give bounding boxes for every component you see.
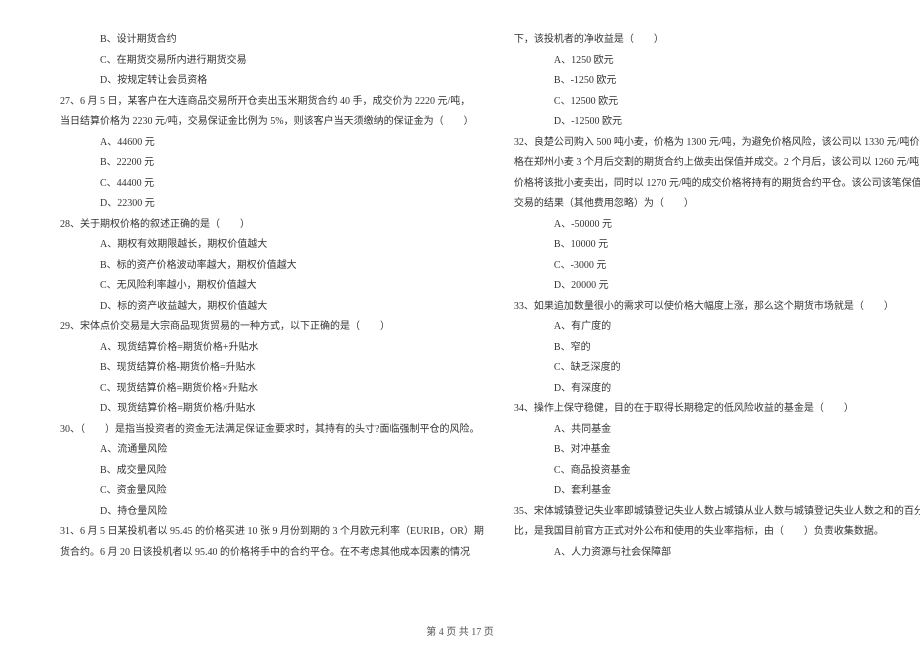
option: D、持仓量风险 [60, 502, 484, 523]
question-32-stem: 价格将该批小麦卖出，同时以 1270 元/吨的成交价格将持有的期货合约平仓。该公… [514, 174, 920, 195]
question-31-stem: 31、6 月 5 日某投机者以 95.45 的价格买进 10 张 9 月份到期的… [60, 522, 484, 543]
question-35-stem: 比，是我国目前官方正式对外公布和使用的失业率指标，由（ ）负责收集数据。 [514, 522, 920, 543]
question-34-stem: 34、操作上保守稳健，目的在于取得长期稳定的低风险收益的基金是（ ） [514, 399, 920, 420]
question-27-stem: 当日结算价格为 2230 元/吨，交易保证金比例为 5%，则该客户当天须缴纳的保… [60, 112, 484, 133]
option: B、设计期货合约 [60, 30, 484, 51]
question-30-stem: 30、（ ）是指当投资者的资金无法满足保证金要求时，其持有的头寸?面临强制平仓的… [60, 420, 484, 441]
option: D、套利基金 [514, 481, 920, 502]
question-31-cont: 下，该投机者的净收益是（ ） [514, 30, 920, 51]
option: D、22300 元 [60, 194, 484, 215]
option: B、成交量风险 [60, 461, 484, 482]
option: A、现货结算价格=期货价格+升贴水 [60, 338, 484, 359]
option: D、按规定转让会员资格 [60, 71, 484, 92]
option: B、-1250 欧元 [514, 71, 920, 92]
option: B、窄的 [514, 338, 920, 359]
option: C、资金量风险 [60, 481, 484, 502]
question-28-stem: 28、关于期权价格的叙述正确的是（ ） [60, 215, 484, 236]
question-31-stem: 货合约。6 月 20 日该投机者以 95.40 的价格将手中的合约平仓。在不考虑… [60, 543, 484, 564]
option: D、现货结算价格=期货价格/升贴水 [60, 399, 484, 420]
question-27-stem: 27、6 月 5 日，某客户在大连商品交易所开仓卖出玉米期货合约 40 手，成交… [60, 92, 484, 113]
option: C、无风险利率越小，期权价值越大 [60, 276, 484, 297]
option: C、缺乏深度的 [514, 358, 920, 379]
option: C、12500 欧元 [514, 92, 920, 113]
option: B、对冲基金 [514, 440, 920, 461]
option: A、共同基金 [514, 420, 920, 441]
option: D、20000 元 [514, 276, 920, 297]
option: C、现货结算价格=期货价格×升贴水 [60, 379, 484, 400]
question-35-stem: 35、宋体城镇登记失业率即城镇登记失业人数占城镇从业人数与城镇登记失业人数之和的… [514, 502, 920, 523]
question-29-stem: 29、宋体点价交易是大宗商品现货贸易的一种方式，以下正确的是（ ） [60, 317, 484, 338]
left-column: B、设计期货合约 C、在期货交易所内进行期货交易 D、按规定转让会员资格 27、… [60, 30, 484, 563]
option: C、商品投资基金 [514, 461, 920, 482]
option: C、-3000 元 [514, 256, 920, 277]
option: A、流通量风险 [60, 440, 484, 461]
option: D、有深度的 [514, 379, 920, 400]
option: B、标的资产价格波动率越大，期权价值越大 [60, 256, 484, 277]
right-column: 下，该投机者的净收益是（ ） A、1250 欧元 B、-1250 欧元 C、12… [514, 30, 920, 563]
option: D、-12500 欧元 [514, 112, 920, 133]
option: B、10000 元 [514, 235, 920, 256]
question-32-stem: 格在郑州小麦 3 个月后交割的期货合约上做卖出保值并成交。2 个月后，该公司以 … [514, 153, 920, 174]
option: D、标的资产收益越大，期权价值越大 [60, 297, 484, 318]
question-32-stem: 32、良楚公司购入 500 吨小麦，价格为 1300 元/吨，为避免价格风险，该… [514, 133, 920, 154]
option: A、人力资源与社会保障部 [514, 543, 920, 564]
question-33-stem: 33、如果追加数量很小的需求可以使价格大幅度上涨，那么这个期货市场就是（ ） [514, 297, 920, 318]
option: A、有广度的 [514, 317, 920, 338]
page-footer: 第 4 页 共 17 页 [0, 623, 920, 638]
option: B、现货结算价格-期货价格=升贴水 [60, 358, 484, 379]
question-32-stem: 交易的结果（其他费用忽略）为（ ） [514, 194, 920, 215]
option: B、22200 元 [60, 153, 484, 174]
option: C、44400 元 [60, 174, 484, 195]
option: C、在期货交易所内进行期货交易 [60, 51, 484, 72]
option: A、44600 元 [60, 133, 484, 154]
option: A、1250 欧元 [514, 51, 920, 72]
option: A、-50000 元 [514, 215, 920, 236]
option: A、期权有效期限越长，期权价值越大 [60, 235, 484, 256]
page-content: B、设计期货合约 C、在期货交易所内进行期货交易 D、按规定转让会员资格 27、… [0, 0, 920, 563]
